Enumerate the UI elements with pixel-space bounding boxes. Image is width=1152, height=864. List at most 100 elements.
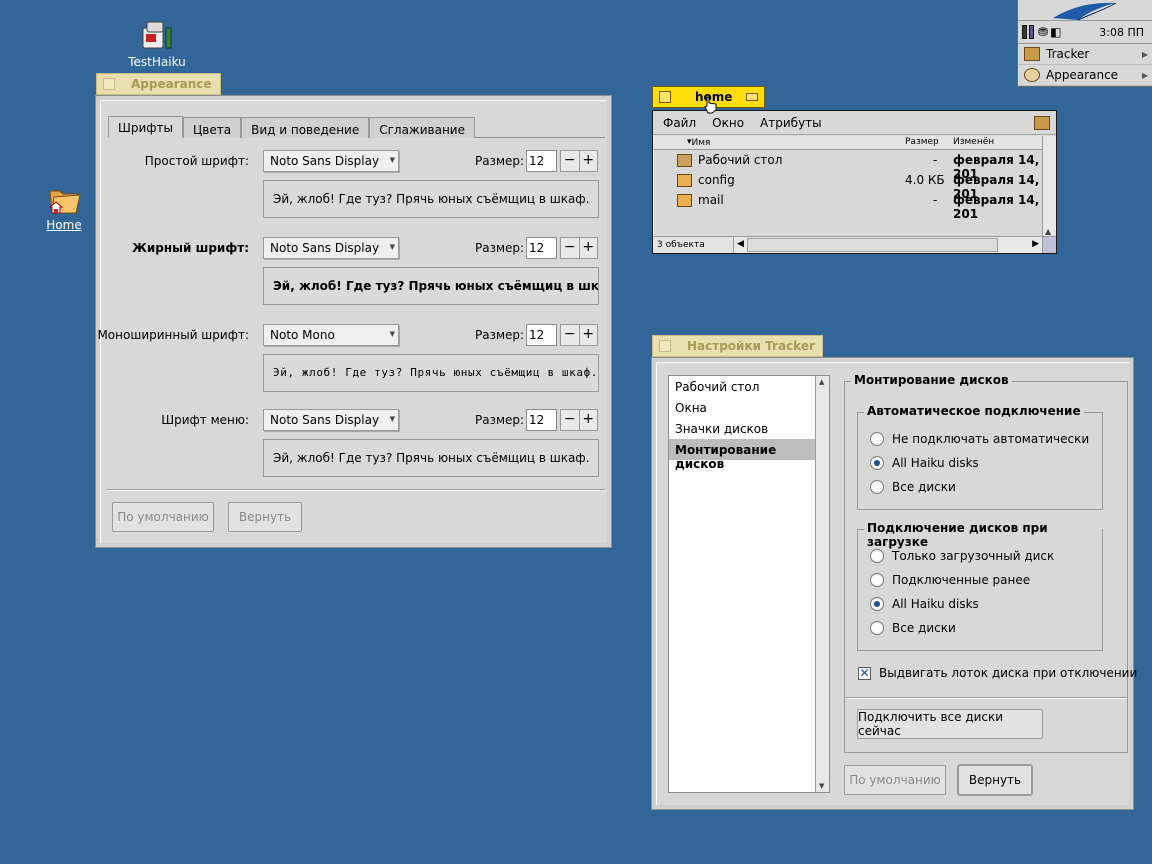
divider — [106, 489, 605, 490]
size-label: Размер: — [475, 413, 525, 427]
category-list: Рабочий стол Окна Значки дисков Монтиров… — [668, 375, 830, 793]
testhaiku-app-icon — [142, 21, 172, 49]
font-size-stepper[interactable]: − + — [560, 237, 598, 259]
deskbar-logo[interactable] — [1018, 0, 1152, 21]
scroll-left-icon[interactable]: ◀ — [737, 239, 744, 249]
home-menu-bar: Файл Окно Атрибуты — [653, 111, 1056, 135]
deskbar-clock[interactable]: 3:08 ПП — [1099, 26, 1144, 39]
resize-corner[interactable] — [1042, 236, 1056, 253]
decrement-button[interactable]: − — [561, 325, 579, 345]
tab-colors[interactable]: Цвета — [182, 117, 242, 138]
volume-icon[interactable]: ◧ — [1050, 25, 1061, 39]
scroll-thumb[interactable] — [747, 238, 998, 252]
tracker-prefs-window-tab[interactable]: Настройки Tracker — [652, 335, 823, 357]
zoom-box-icon[interactable] — [746, 93, 758, 101]
scroll-up-icon[interactable]: ▲ — [819, 378, 824, 386]
radio-boot-haiku-disks[interactable]: All Haiku disks — [870, 595, 979, 613]
column-header-size[interactable]: Размер — [905, 137, 939, 147]
desktop-icon-testhaiku[interactable]: TestHaiku — [122, 20, 192, 69]
network-status-icon[interactable]: ⛃ — [1038, 25, 1048, 39]
increment-button[interactable]: + — [578, 325, 598, 345]
radio-button-selected[interactable] — [870, 597, 884, 611]
decrement-button[interactable]: − — [561, 410, 579, 430]
revert-button[interactable]: Вернуть — [957, 764, 1033, 796]
font-preview-fixed: Эй, жлоб! Где туз? Прячь юных съёмщиц в … — [263, 354, 599, 392]
deskbar-item-label: Appearance — [1046, 68, 1119, 82]
radio-boot-all-disks[interactable]: Все диски — [870, 619, 956, 637]
eject-on-unmount-checkbox[interactable]: ✕ Выдвигать лоток диска при отключении — [858, 666, 1137, 680]
list-item-selected[interactable]: Монтирование дисков — [669, 439, 815, 471]
radio-boot-only[interactable]: Только загрузочный диск — [870, 547, 1054, 565]
defaults-button[interactable]: По умолчанию — [844, 765, 946, 795]
list-item[interactable]: Рабочий стол — [669, 376, 829, 397]
font-size-stepper[interactable]: − + — [560, 324, 598, 346]
section-title: Монтирование дисков — [851, 373, 1012, 387]
file-row[interactable]: config 4.0 КБ февраля 14, 201 — [653, 171, 1042, 201]
dropdown-arrow-icon: ▼ — [389, 330, 395, 338]
desktop-icon-label: TestHaiku — [128, 55, 186, 69]
scroll-right-icon[interactable]: ▶ — [1032, 239, 1039, 249]
radio-button[interactable] — [870, 549, 884, 563]
section-mount-disks: Монтирование дисков Автоматическое подкл… — [844, 373, 1137, 753]
cpu-meter-icon[interactable] — [1022, 25, 1027, 39]
column-header-modified[interactable]: Изменён — [953, 137, 994, 147]
font-size-input[interactable]: 12 — [526, 237, 557, 259]
appearance-icon — [1024, 68, 1040, 82]
horizontal-scrollbar[interactable]: ◀ ▶ — [733, 236, 1042, 253]
radio-button[interactable] — [870, 480, 884, 494]
desktop-icon-home[interactable]: Home — [29, 183, 99, 232]
decrement-button[interactable]: − — [561, 238, 579, 258]
font-row-plain: Простой шрифт: Noto Sans Display ▼ Размер… — [100, 150, 607, 172]
font-family-menu[interactable]: Noto Sans Display ▼ — [263, 409, 399, 431]
font-family-menu[interactable]: Noto Sans Display ▼ — [263, 237, 399, 259]
radio-auto-haiku-disks[interactable]: All Haiku disks — [870, 454, 979, 472]
deskbar-item-appearance[interactable]: Appearance ▶ — [1018, 65, 1152, 86]
menu-file[interactable]: Файл — [663, 116, 696, 130]
radio-auto-all-disks[interactable]: Все диски — [870, 478, 956, 496]
font-size-stepper[interactable]: − + — [560, 150, 598, 172]
font-size-input[interactable]: 12 — [526, 409, 557, 431]
radio-no-auto-mount[interactable]: Не подключать автоматически — [870, 430, 1089, 448]
close-box-icon[interactable] — [659, 91, 671, 103]
window-title: Appearance — [131, 77, 212, 91]
home-window: Файл Окно Атрибуты ▾ Имя Размер Изменён … — [652, 110, 1057, 254]
file-row[interactable]: Рабочий стол - февраля 14, 201 — [653, 151, 1042, 181]
revert-button[interactable]: Вернуть — [228, 502, 302, 532]
close-box-icon[interactable] — [103, 78, 115, 90]
radio-button-selected[interactable] — [870, 456, 884, 470]
close-box-icon[interactable] — [659, 340, 671, 352]
increment-button[interactable]: + — [578, 238, 598, 258]
vertical-scrollbar[interactable]: ▲ ▼ — [815, 376, 829, 792]
file-row[interactable]: mail - февраля 14, 201 — [653, 191, 1042, 221]
tab-decorators[interactable]: Вид и поведение — [241, 117, 370, 138]
defaults-button[interactable]: По умолчанию — [112, 502, 214, 532]
radio-button[interactable] — [870, 573, 884, 587]
increment-button[interactable]: + — [578, 151, 598, 171]
increment-button[interactable]: + — [578, 410, 598, 430]
font-size-stepper[interactable]: − + — [560, 409, 598, 431]
font-family-menu[interactable]: Noto Mono ▼ — [263, 324, 399, 346]
radio-button[interactable] — [870, 432, 884, 446]
vertical-scrollbar[interactable]: ▲ — [1042, 136, 1056, 236]
scroll-up-icon[interactable]: ▲ — [1045, 227, 1051, 236]
font-size-input[interactable]: 12 — [526, 324, 557, 346]
font-size-input[interactable]: 12 — [526, 150, 557, 172]
font-family-menu[interactable]: Noto Sans Display ▼ — [263, 150, 399, 172]
tracker-navigator-icon[interactable] — [1034, 115, 1050, 130]
radio-button[interactable] — [870, 621, 884, 635]
tab-antialiasing[interactable]: Сглаживание — [369, 117, 475, 138]
deskbar-item-tracker[interactable]: Tracker ▶ — [1018, 44, 1152, 65]
list-item[interactable]: Значки дисков — [669, 418, 829, 439]
tab-fonts[interactable]: Шрифты — [108, 116, 183, 138]
column-header-name[interactable]: ▾ Имя — [687, 137, 710, 148]
radio-previously-mounted[interactable]: Подключенные ранее — [870, 571, 1030, 589]
decrement-button[interactable]: − — [561, 151, 579, 171]
list-item[interactable]: Окна — [669, 397, 829, 418]
menu-window[interactable]: Окно — [712, 116, 744, 130]
scroll-down-icon[interactable]: ▼ — [819, 782, 824, 790]
checkbox-checked-icon[interactable]: ✕ — [858, 666, 871, 680]
cpu-meter-icon[interactable] — [1029, 25, 1034, 39]
menu-attributes[interactable]: Атрибуты — [760, 116, 822, 130]
mount-all-now-button[interactable]: Подключить все диски сейчас — [857, 709, 1043, 739]
appearance-window-tab[interactable]: Appearance — [96, 73, 221, 95]
